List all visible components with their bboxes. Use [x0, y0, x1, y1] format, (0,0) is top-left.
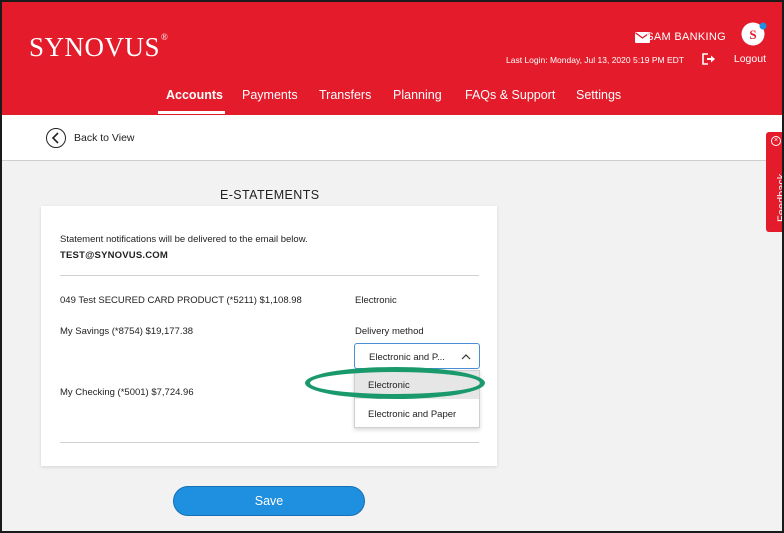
- delivery-method-dropdown: Electronic Electronic and Paper: [354, 370, 480, 428]
- user-name[interactable]: SAM BANKING: [646, 31, 726, 43]
- nav-settings[interactable]: Settings: [576, 88, 621, 102]
- feedback-close-icon[interactable]: ×: [771, 136, 781, 146]
- estatements-card: Statement notifications will be delivere…: [41, 206, 497, 466]
- option-electronic[interactable]: Electronic: [355, 371, 479, 399]
- notification-email: TEST@SYNOVUS.COM: [60, 250, 169, 261]
- account-name-secured-card: 049 Test SECURED CARD PRODUCT (*5211) $1…: [60, 295, 302, 306]
- page-title: E-STATEMENTS: [220, 188, 320, 202]
- save-button[interactable]: Save: [173, 486, 365, 516]
- select-value: Electronic and P...: [369, 352, 445, 363]
- notification-notice: Statement notifications will be delivere…: [60, 234, 308, 245]
- feedback-label: Feedback: [776, 173, 784, 222]
- account-name-checking: My Checking (*5001) $7,724.96: [60, 387, 194, 398]
- account-status-secured-card: Electronic: [355, 295, 397, 306]
- nav-active-indicator: [158, 111, 225, 114]
- chevron-left-icon: [51, 132, 59, 144]
- synovus-logo[interactable]: SYNOVUS®: [29, 32, 168, 63]
- back-bar: Back to View: [2, 115, 782, 161]
- user-area: SAM BANKING S Last Login: Monday, Jul 13…: [468, 20, 768, 80]
- nav-planning[interactable]: Planning: [393, 88, 442, 102]
- header: SYNOVUS® SAM BANKING S Last Login: Monda…: [2, 2, 782, 115]
- delivery-method-select[interactable]: Electronic and P...: [354, 343, 480, 369]
- chevron-up-icon: [461, 354, 471, 360]
- nav-faqs-support[interactable]: FAQs & Support: [465, 88, 555, 102]
- option-electronic-and-paper[interactable]: Electronic and Paper: [355, 400, 479, 428]
- back-to-view-link[interactable]: Back to View: [74, 132, 135, 144]
- divider: [60, 442, 479, 443]
- logout-link[interactable]: Logout: [734, 53, 766, 65]
- logo-registered-mark: ®: [161, 32, 169, 42]
- nav-payments[interactable]: Payments: [242, 88, 298, 102]
- logout-icon[interactable]: [702, 53, 716, 65]
- divider: [60, 275, 479, 276]
- synovus-mark-icon[interactable]: S: [740, 20, 768, 48]
- feedback-tab[interactable]: × Feedback: [766, 132, 784, 232]
- logo-text: SYNOVUS: [29, 32, 161, 62]
- svg-text:S: S: [749, 27, 756, 42]
- account-name-savings: My Savings (*8754) $19,177.38: [60, 326, 194, 337]
- nav-accounts[interactable]: Accounts: [166, 88, 223, 102]
- app-window: SYNOVUS® SAM BANKING S Last Login: Monda…: [0, 0, 784, 533]
- last-login: Last Login: Monday, Jul 13, 2020 5:19 PM…: [506, 55, 684, 65]
- delivery-method-label: Delivery method: [355, 326, 424, 337]
- nav-transfers[interactable]: Transfers: [319, 88, 371, 102]
- main-nav: Accounts Payments Transfers Planning FAQ…: [2, 86, 782, 115]
- back-button[interactable]: [46, 128, 66, 148]
